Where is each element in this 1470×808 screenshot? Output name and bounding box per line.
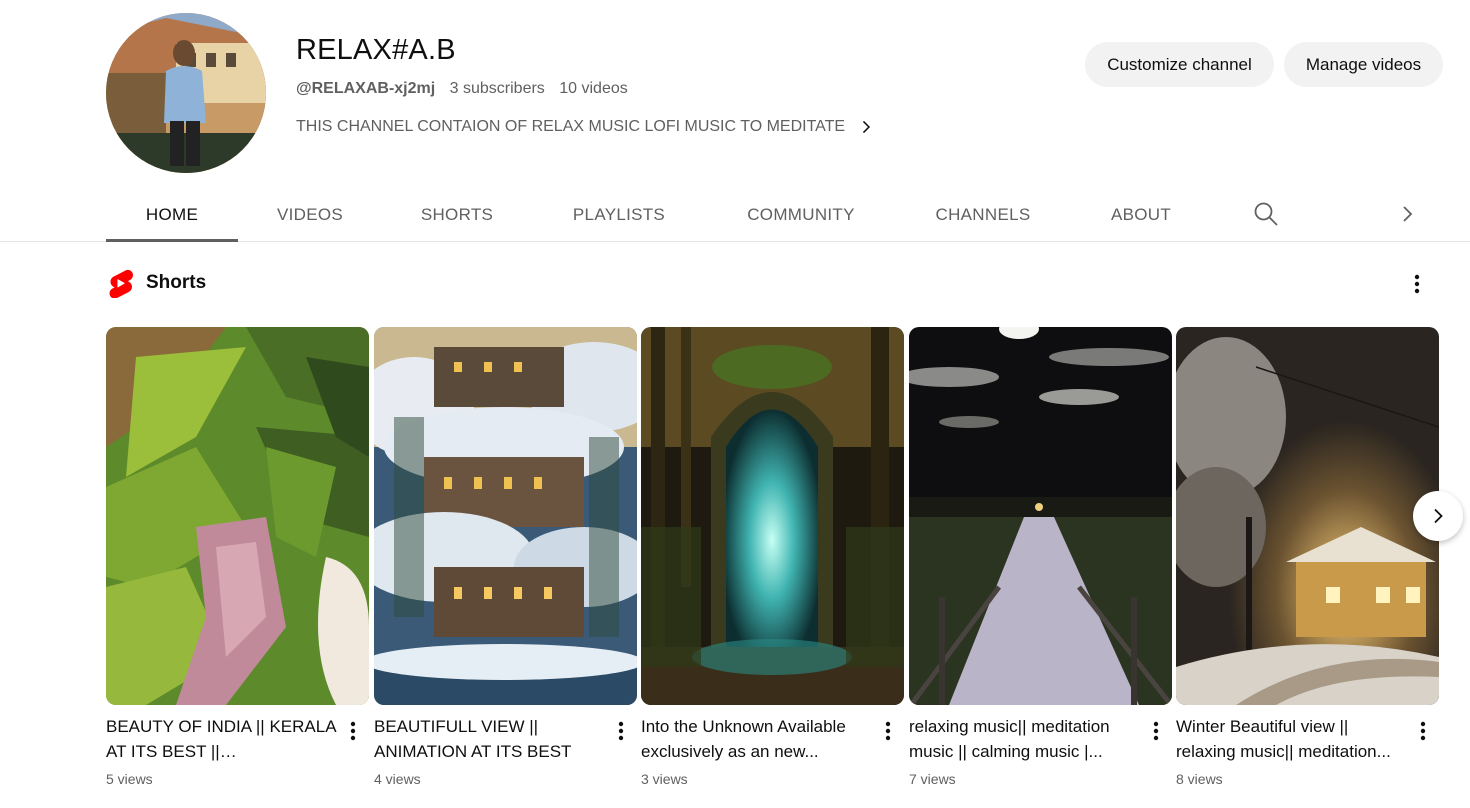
short-views: 7 views (909, 771, 956, 787)
channel-meta: @RELAXAB-xj2mj 3 subscribers 10 videos (296, 80, 628, 98)
short-title[interactable]: BEAUTIFULL VIEW || ANIMATION AT ITS BEST (374, 714, 606, 764)
short-title[interactable]: Winter Beautiful view || relaxing music|… (1176, 714, 1408, 764)
chevron-right-icon (863, 120, 871, 134)
shorts-logo-icon (109, 269, 133, 298)
short-card[interactable]: Into the Unknown Available exclusively a… (641, 327, 904, 787)
short-views: 4 views (374, 771, 421, 787)
subscriber-count: 3 subscribers (449, 80, 545, 97)
short-thumbnail[interactable] (374, 327, 637, 705)
short-card[interactable]: Winter Beautiful view || relaxing music|… (1176, 327, 1439, 787)
tab-shorts[interactable]: SHORTS (402, 188, 512, 241)
tab-home[interactable]: HOME (106, 188, 238, 242)
short-title[interactable]: BEAUTY OF INDIA || KERALA AT ITS BEST ||… (106, 714, 338, 764)
customize-channel-button[interactable]: Customize channel (1085, 42, 1274, 87)
channel-description[interactable]: THIS CHANNEL CONTAION OF RELAX MUSIC LOF… (296, 118, 875, 136)
channel-handle: @RELAXAB-xj2mj (296, 80, 436, 97)
tab-about[interactable]: ABOUT (1090, 188, 1192, 241)
tab-community[interactable]: COMMUNITY (726, 188, 876, 241)
short-title[interactable]: Into the Unknown Available exclusively a… (641, 714, 873, 764)
more-vertical-icon[interactable] (342, 717, 364, 745)
tab-channels[interactable]: CHANNELS (916, 188, 1050, 241)
short-thumbnail[interactable] (1176, 327, 1439, 705)
chevron-right-icon (1434, 508, 1443, 524)
short-title[interactable]: relaxing music|| meditation music || cal… (909, 714, 1141, 764)
short-card[interactable]: relaxing music|| meditation music || cal… (909, 327, 1172, 787)
channel-tabs: HOME VIDEOS SHORTS PLAYLISTS COMMUNITY C… (0, 188, 1470, 242)
short-thumbnail[interactable] (106, 327, 369, 705)
short-thumbnail[interactable] (909, 327, 1172, 705)
video-count: 10 videos (559, 80, 628, 97)
chevron-right-icon[interactable] (1396, 200, 1420, 228)
manage-videos-button[interactable]: Manage videos (1284, 42, 1443, 87)
short-card[interactable]: BEAUTIFULL VIEW || ANIMATION AT ITS BEST… (374, 327, 637, 787)
more-vertical-icon[interactable] (1412, 717, 1434, 745)
more-vertical-icon[interactable] (1145, 717, 1167, 745)
shorts-section-title: Shorts (146, 272, 207, 293)
shorts-section-header: Shorts (106, 268, 206, 298)
tab-videos[interactable]: VIDEOS (258, 188, 362, 241)
short-views: 3 views (641, 771, 688, 787)
short-thumbnail[interactable] (641, 327, 904, 705)
short-card[interactable]: BEAUTY OF INDIA || KERALA AT ITS BEST ||… (106, 327, 369, 787)
search-icon[interactable] (1252, 200, 1280, 228)
carousel-next-button[interactable] (1413, 491, 1463, 541)
short-views: 5 views (106, 771, 153, 787)
tab-playlists[interactable]: PLAYLISTS (552, 188, 686, 241)
more-vertical-icon[interactable] (610, 717, 632, 745)
short-views: 8 views (1176, 771, 1223, 787)
more-vertical-icon[interactable] (877, 717, 899, 745)
channel-title: RELAX#A.B (296, 34, 456, 66)
channel-description-text: THIS CHANNEL CONTAION OF RELAX MUSIC LOF… (296, 118, 846, 135)
more-vertical-icon[interactable] (1405, 270, 1429, 298)
channel-avatar[interactable] (106, 13, 266, 173)
